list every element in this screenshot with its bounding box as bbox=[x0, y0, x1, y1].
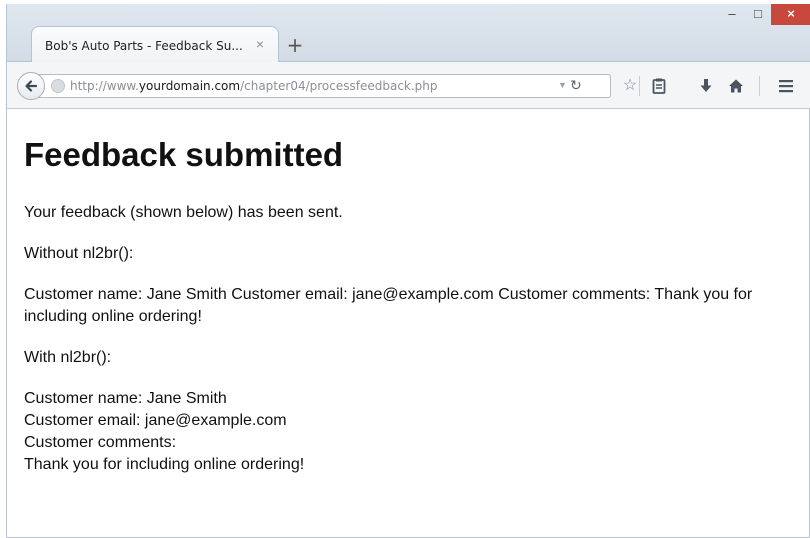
home-icon[interactable] bbox=[724, 74, 748, 98]
reader-view-icon[interactable] bbox=[647, 74, 671, 98]
url-prefix: http://www. bbox=[70, 79, 139, 93]
minimize-button[interactable]: – bbox=[719, 4, 745, 25]
download-icon[interactable] bbox=[694, 74, 718, 98]
feedback-line: Customer email: jane@example.com bbox=[24, 412, 287, 429]
url-path: /chapter04/processfeedback.php bbox=[240, 79, 438, 93]
address-bar[interactable]: http://www.yourdomain.com/chapter04/proc… bbox=[35, 74, 611, 98]
new-tab-button[interactable]: + bbox=[284, 34, 306, 56]
url-domain: yourdomain.com bbox=[138, 79, 241, 93]
browser-tab[interactable]: Bob's Auto Parts - Feedback Su... × bbox=[31, 26, 279, 62]
reload-icon[interactable]: ↻ bbox=[570, 77, 582, 94]
dropdown-arrow-icon[interactable]: ▼ bbox=[558, 80, 567, 90]
url-text: http://www.yourdomain.com/chapter04/proc… bbox=[70, 79, 438, 93]
feedback-line: Customer comments: bbox=[24, 434, 177, 451]
without-nl2br-text: Customer name: Jane Smith Customer email… bbox=[24, 286, 753, 325]
menu-icon[interactable] bbox=[774, 74, 798, 98]
toolbar-divider bbox=[759, 76, 760, 96]
tab-title: Bob's Auto Parts - Feedback Su... bbox=[45, 39, 243, 53]
maximize-button[interactable]: □ bbox=[745, 4, 771, 25]
navigation-bar: http://www.yourdomain.com/chapter04/proc… bbox=[7, 62, 810, 109]
browser-window: Bob's Auto Parts - Feedback Su... × + – … bbox=[6, 4, 810, 538]
toolbar-divider bbox=[639, 76, 640, 96]
with-nl2br-label: With nl2br(): bbox=[24, 349, 112, 366]
close-window-button[interactable]: × bbox=[771, 4, 810, 25]
feedback-line: Thank you for including online ordering! bbox=[24, 456, 305, 473]
back-arrow-icon[interactable] bbox=[17, 72, 45, 100]
sent-message: Your feedback (shown below) has been sen… bbox=[24, 204, 343, 221]
with-nl2br-text: Customer name: Jane Smith Customer email… bbox=[24, 388, 804, 476]
page-title: Feedback submitted bbox=[24, 136, 344, 173]
site-identity-icon[interactable] bbox=[51, 79, 65, 93]
tab-close-icon[interactable]: × bbox=[251, 35, 269, 53]
feedback-line: Customer name: Jane Smith bbox=[24, 390, 227, 407]
page-content: Feedback submitted Your feedback (shown … bbox=[7, 110, 810, 538]
without-nl2br-label: Without nl2br(): bbox=[24, 245, 134, 262]
title-bar: Bob's Auto Parts - Feedback Su... × + – … bbox=[7, 4, 810, 62]
